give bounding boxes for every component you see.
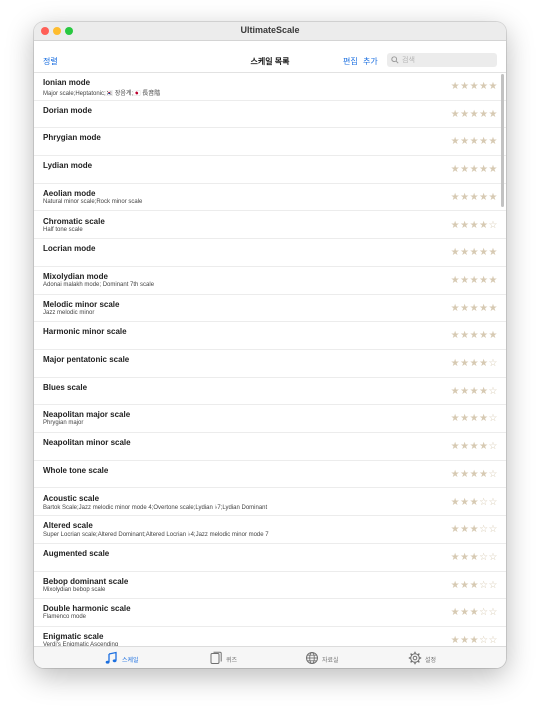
page-title: 스케일 목록	[250, 57, 290, 66]
scale-name: Mixolydian mode	[43, 271, 108, 281]
scale-aliases: Phrygian major	[43, 420, 84, 427]
scale-row[interactable]: Acoustic scale Bartok Scale;Jazz melodic …	[34, 489, 506, 517]
scale-list: Ionian mode Major scale;Heptatonic;🇰🇷 장음계…	[34, 73, 506, 646]
star-rating[interactable]: ★★★★★	[451, 136, 498, 147]
scale-name: Lydian mode	[43, 161, 93, 171]
tab-label: 퀴즈	[226, 658, 238, 664]
sort-button[interactable]: 정렬	[43, 56, 58, 67]
navigation-bar: 정렬 스케일 목록 편집 추가	[34, 41, 506, 73]
scale-name: Bebop dominant scale	[43, 576, 129, 586]
music-notes-icon	[105, 651, 117, 664]
scale-row[interactable]: Lydian mode ★★★★★	[34, 156, 506, 184]
scale-name: Harmonic minor scale	[43, 327, 127, 337]
star-rating[interactable]: ★★★★★	[451, 330, 498, 341]
scale-row[interactable]: Harmonic minor scale ★★★★★	[34, 322, 506, 350]
scale-row[interactable]: Neapolitan minor scale ★★★★☆	[34, 433, 506, 461]
scale-name: Locrian mode	[43, 244, 96, 254]
window-title: UltimateScale	[240, 25, 300, 35]
scale-name: Melodic minor scale	[43, 299, 120, 309]
scale-aliases: Major scale;Heptatonic;🇰🇷 장음계;🇯🇵 長音階	[43, 91, 161, 97]
scale-name: Aeolian mode	[43, 188, 96, 198]
scale-row[interactable]: Aeolian mode Natural minor scale;Rock min…	[34, 184, 506, 212]
scale-name: Phrygian mode	[43, 133, 101, 143]
star-rating[interactable]: ★★★★★	[451, 81, 498, 92]
tab-label: 스케일	[122, 658, 139, 664]
scale-row[interactable]: Augmented scale ★★★☆☆	[34, 544, 506, 572]
scale-name: Altered scale	[43, 521, 93, 531]
star-rating[interactable]: ★★★★☆	[451, 413, 498, 424]
star-rating[interactable]: ★★★★★	[451, 192, 498, 203]
star-rating[interactable]: ★★★☆☆	[451, 607, 498, 618]
scale-aliases: Bartok Scale;Jazz melodic minor mode 4;O…	[43, 504, 268, 511]
search-field[interactable]	[387, 53, 497, 67]
scale-row[interactable]: Whole tone scale ★★★★☆	[34, 461, 506, 489]
star-rating[interactable]: ★★★★★	[451, 275, 498, 286]
scale-row[interactable]: Double harmonic scale Flamenco mode ★★★☆☆	[34, 599, 506, 627]
gear-icon	[408, 651, 422, 665]
edit-button[interactable]: 편집	[343, 56, 358, 67]
star-rating[interactable]: ★★★★☆	[451, 220, 498, 231]
star-rating[interactable]: ★★★★☆	[451, 386, 498, 397]
globe-icon	[306, 652, 318, 664]
scale-row[interactable]: Mixolydian mode Adonai malakh mode; Domin…	[34, 267, 506, 295]
star-rating[interactable]: ★★★☆☆	[451, 497, 498, 508]
scale-row[interactable]: Bebop dominant scale Mixolydian bebop sca…	[34, 572, 506, 600]
scale-row[interactable]: Blues scale ★★★★☆	[34, 378, 506, 406]
star-rating[interactable]: ★★★★☆	[451, 358, 498, 369]
scale-name: Augmented scale	[43, 548, 110, 558]
scale-aliases: Flamenco mode	[43, 614, 87, 621]
scale-row[interactable]: Altered scale Super Locrian scale;Altered…	[34, 516, 506, 544]
scale-row[interactable]: Major pentatonic scale ★★★★☆	[34, 350, 506, 378]
title-bar: UltimateScale	[34, 22, 506, 41]
search-input[interactable]	[402, 54, 492, 66]
scale-name: Major pentatonic scale	[43, 355, 130, 364]
scale-name: Whole tone scale	[43, 465, 109, 475]
star-rating[interactable]: ★★★☆☆	[451, 580, 498, 591]
star-rating[interactable]: ★★★☆☆	[451, 524, 498, 535]
scale-row[interactable]: Neapolitan major scale Phrygian major ★★★★…	[34, 405, 506, 434]
scale-name: Dorian mode	[43, 105, 92, 115]
tab-label: 자료실	[322, 658, 339, 664]
scale-aliases: Jazz melodic minor	[43, 309, 95, 316]
quiz-cards-icon	[210, 651, 222, 664]
scale-aliases: Mixolydian bebop scale	[43, 586, 106, 593]
scale-aliases: Adonai malakh mode; Dominant 7th scale	[43, 281, 155, 288]
scale-row[interactable]: Melodic minor scale Jazz melodic minor ★★★…	[34, 295, 506, 323]
star-rating[interactable]: ★★★★☆	[451, 441, 498, 452]
add-button[interactable]: 추가	[363, 56, 378, 67]
scale-row[interactable]: Enigmatic scale Verdi's Enigmatic Ascendi…	[34, 627, 506, 646]
star-rating[interactable]: ★★★☆☆	[451, 635, 498, 646]
scale-row[interactable]: Locrian mode ★★★★★	[34, 239, 506, 267]
scrollbar[interactable]	[501, 74, 504, 207]
scale-name: Ionian mode	[43, 78, 91, 87]
star-rating[interactable]: ★★★★★	[451, 247, 498, 258]
tab-label: 설정	[425, 658, 437, 664]
star-rating[interactable]: ★★★★★	[451, 303, 498, 314]
scale-name: Chromatic scale	[43, 216, 105, 226]
scale-aliases: Natural minor scale;Rock minor scale	[43, 198, 143, 205]
scale-name: Blues scale	[43, 382, 88, 392]
tab-bar: 스케일 퀴즈 자료실 설정	[34, 646, 506, 668]
scale-row[interactable]: Phrygian mode ★★★★★	[34, 128, 506, 157]
app-window: UltimateScale 정렬 스케일 목록 편집 추가 Ionian mod…	[34, 22, 506, 668]
scale-row[interactable]: Chromatic scale Half tone scale ★★★★☆	[34, 212, 506, 240]
star-rating[interactable]: ★★★★★	[451, 109, 498, 120]
scale-aliases: Half tone scale	[43, 226, 83, 233]
scale-name: Acoustic scale	[43, 493, 100, 503]
search-icon	[391, 56, 399, 64]
scale-aliases: Super Locrian scale;Altered Dominant;Alt…	[43, 532, 269, 539]
scale-name: Neapolitan major scale	[43, 410, 131, 420]
scale-row[interactable]: Dorian mode ★★★★★	[34, 101, 506, 129]
star-rating[interactable]: ★★★☆☆	[451, 552, 498, 563]
scale-row[interactable]: Ionian mode Major scale;Heptatonic;🇰🇷 장음계…	[34, 73, 506, 101]
star-rating[interactable]: ★★★★☆	[451, 469, 498, 480]
scale-name: Neapolitan minor scale	[43, 438, 131, 448]
scale-name: Enigmatic scale	[43, 632, 104, 641]
star-rating[interactable]: ★★★★★	[451, 164, 498, 175]
scale-name: Double harmonic scale	[43, 604, 131, 614]
